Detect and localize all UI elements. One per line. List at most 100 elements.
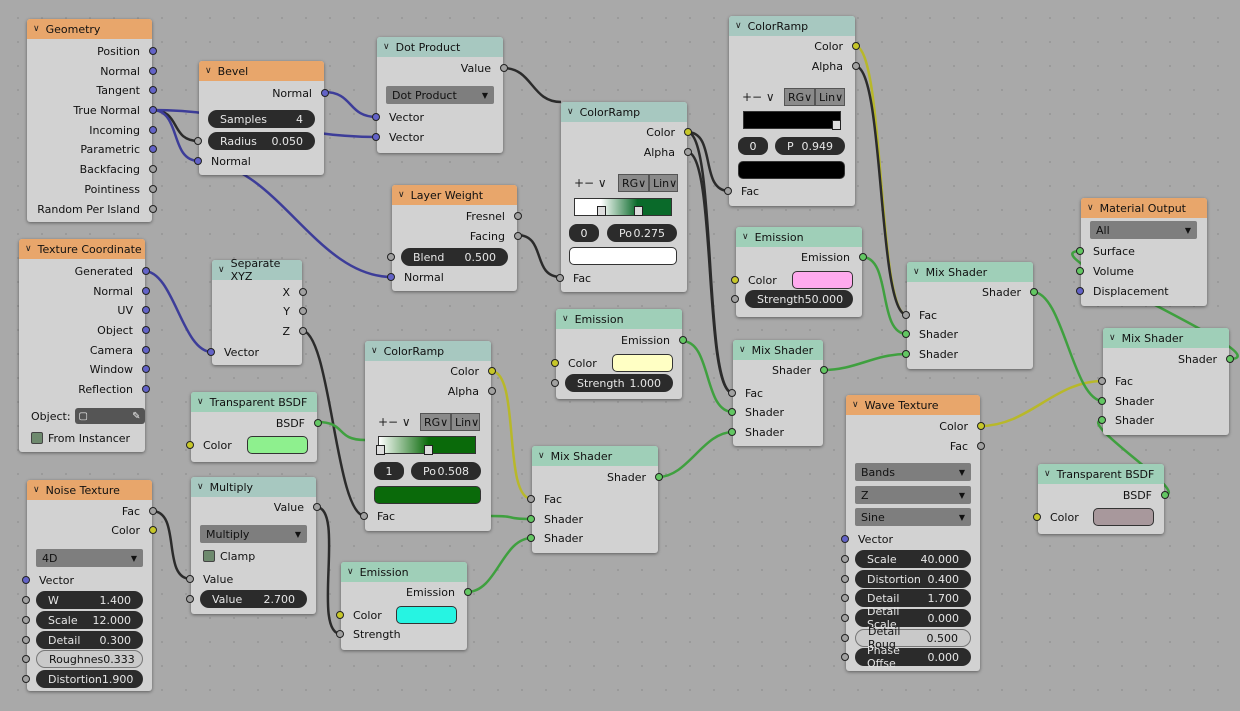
collapse-chevron-icon[interactable]: ∨: [398, 190, 405, 200]
node-header[interactable]: ∨ Mix Shader: [733, 340, 823, 360]
socket-icon[interactable]: [1030, 288, 1038, 296]
interpolation-dropdown[interactable]: Lin∨: [649, 174, 678, 192]
socket-icon[interactable]: [186, 595, 194, 603]
socket-icon[interactable]: [841, 575, 849, 583]
stop-index-field[interactable]: 1: [374, 462, 404, 480]
socket-icon[interactable]: [299, 307, 307, 315]
socket-icon[interactable]: [902, 350, 910, 358]
socket-icon[interactable]: [149, 507, 157, 515]
ramp-stop-handle[interactable]: [597, 206, 606, 216]
socket-icon[interactable]: [684, 148, 692, 156]
socket-icon[interactable]: [194, 137, 202, 145]
socket-icon[interactable]: [655, 473, 663, 481]
collapse-chevron-icon[interactable]: ∨: [538, 451, 545, 461]
socket-icon[interactable]: [841, 594, 849, 602]
node-header[interactable]: ∨ Mix Shader: [532, 446, 658, 466]
operation-dropdown[interactable]: Dot Product ▼: [386, 86, 494, 104]
collapse-chevron-icon[interactable]: ∨: [371, 346, 378, 356]
blend-field[interactable]: Blend 0.500: [401, 248, 508, 266]
socket-icon[interactable]: [149, 67, 157, 75]
collapse-chevron-icon[interactable]: ∨: [205, 66, 212, 76]
color-ramp-bar[interactable]: [743, 111, 841, 129]
stop-position-field[interactable]: Po 0.275: [607, 224, 677, 242]
socket-icon[interactable]: [488, 387, 496, 395]
socket-icon[interactable]: [321, 89, 329, 97]
scale-field[interactable]: Scale 12.000: [36, 611, 143, 629]
socket-icon[interactable]: [186, 441, 194, 449]
eyedropper-icon[interactable]: ✎: [132, 411, 140, 422]
collapse-chevron-icon[interactable]: ∨: [735, 21, 742, 31]
mix-shader-node[interactable]: ∨ Mix Shader Shader Fac Shader Shader: [728, 340, 828, 446]
socket-icon[interactable]: [841, 614, 849, 622]
socket-icon[interactable]: [728, 408, 736, 416]
collapse-chevron-icon[interactable]: ∨: [739, 345, 746, 355]
direction-dropdown[interactable]: Z ▼: [855, 486, 971, 504]
socket-icon[interactable]: [1098, 416, 1106, 424]
socket-icon[interactable]: [22, 616, 30, 624]
socket-icon[interactable]: [142, 346, 150, 354]
bevel-node[interactable]: ∨ Bevel Normal Samples 4 Radius 0.050 Norma…: [194, 61, 329, 175]
detail-field[interactable]: Detail 0.300: [36, 631, 143, 649]
node-header[interactable]: ∨ Emission: [556, 309, 682, 329]
socket-icon[interactable]: [149, 185, 157, 193]
collapse-chevron-icon[interactable]: ∨: [197, 482, 204, 492]
collapse-chevron-icon[interactable]: ∨: [1087, 203, 1094, 213]
socket-icon[interactable]: [551, 359, 559, 367]
node-header[interactable]: ∨ Mix Shader: [1103, 328, 1229, 348]
socket-icon[interactable]: [902, 330, 910, 338]
node-header[interactable]: ∨ Bevel: [199, 61, 324, 81]
socket-icon[interactable]: [841, 555, 849, 563]
socket-icon[interactable]: [149, 86, 157, 94]
socket-icon[interactable]: [731, 295, 739, 303]
socket-icon[interactable]: [314, 419, 322, 427]
socket-icon[interactable]: [977, 442, 985, 450]
node-header[interactable]: ∨ Transparent BSDF: [1038, 464, 1164, 484]
socket-icon[interactable]: [556, 274, 564, 282]
socket-icon[interactable]: [149, 526, 157, 534]
socket-icon[interactable]: [1076, 287, 1084, 295]
socket-icon[interactable]: [464, 588, 472, 596]
ramp-stop-handle[interactable]: [424, 445, 433, 455]
noise-texture-node[interactable]: ∨ Noise Texture Fac Color 4D ▼ Vector W 1.4…: [22, 480, 157, 691]
stop-color-swatch[interactable]: [374, 486, 481, 504]
radius-field[interactable]: Radius 0.050: [208, 132, 315, 150]
socket-icon[interactable]: [360, 512, 368, 520]
socket-icon[interactable]: [679, 336, 687, 344]
node-header[interactable]: ∨ Transparent BSDF: [191, 392, 317, 412]
socket-icon[interactable]: [514, 212, 522, 220]
socket-icon[interactable]: [551, 379, 559, 387]
socket-icon[interactable]: [149, 205, 157, 213]
mix-shader-node[interactable]: ∨ Mix Shader Shader Fac Shader Shader: [902, 262, 1038, 369]
socket-icon[interactable]: [841, 535, 849, 543]
stop-index-field[interactable]: 0: [569, 224, 599, 242]
emission-node[interactable]: ∨ Emission Emission Color Strength: [336, 562, 472, 650]
socket-icon[interactable]: [149, 145, 157, 153]
wave-texture-node[interactable]: ∨ Wave Texture Color Fac Bands ▼ Z ▼ Sine ▼ …: [841, 395, 985, 671]
phase-offset-field[interactable]: Phase Offse 0.000: [855, 644, 971, 670]
multiply-node[interactable]: ∨ Multiply Value Multiply ▼ Clamp Value Va…: [186, 477, 321, 614]
interpolation-dropdown[interactable]: Lin∨: [815, 88, 845, 106]
socket-icon[interactable]: [1076, 247, 1084, 255]
socket-icon[interactable]: [728, 428, 736, 436]
socket-icon[interactable]: [500, 64, 508, 72]
ramp-add-remove-tools[interactable]: +− ∨: [574, 176, 607, 190]
socket-icon[interactable]: [149, 165, 157, 173]
separate-xyz-node[interactable]: ∨ Separate XYZ X Y Z Vector: [207, 257, 307, 365]
stop-position-field[interactable]: P 0.949: [775, 137, 845, 155]
emission-node[interactable]: ∨ Emission Emission Color Strength 50.000: [731, 227, 867, 317]
socket-icon[interactable]: [841, 653, 849, 661]
node-header[interactable]: ∨ Dot Product: [377, 37, 503, 57]
collapse-chevron-icon[interactable]: ∨: [742, 232, 749, 242]
node-header[interactable]: ∨ Emission: [736, 227, 862, 247]
layer-weight-node[interactable]: ∨ Layer Weight Fresnel Facing Blend 0.500 …: [387, 185, 522, 291]
color-swatch[interactable]: [1093, 508, 1154, 526]
emission-node[interactable]: ∨ Emission Emission Color Strength 1.000: [551, 309, 687, 399]
operation-dropdown[interactable]: Multiply ▼: [200, 525, 307, 543]
socket-icon[interactable]: [387, 253, 395, 261]
socket-icon[interactable]: [299, 327, 307, 335]
color-ramp-bar[interactable]: [574, 198, 672, 216]
collapse-chevron-icon[interactable]: ∨: [562, 314, 569, 324]
color-swatch[interactable]: [612, 354, 673, 372]
node-header[interactable]: ∨ ColorRamp: [729, 16, 855, 36]
socket-icon[interactable]: [142, 326, 150, 334]
